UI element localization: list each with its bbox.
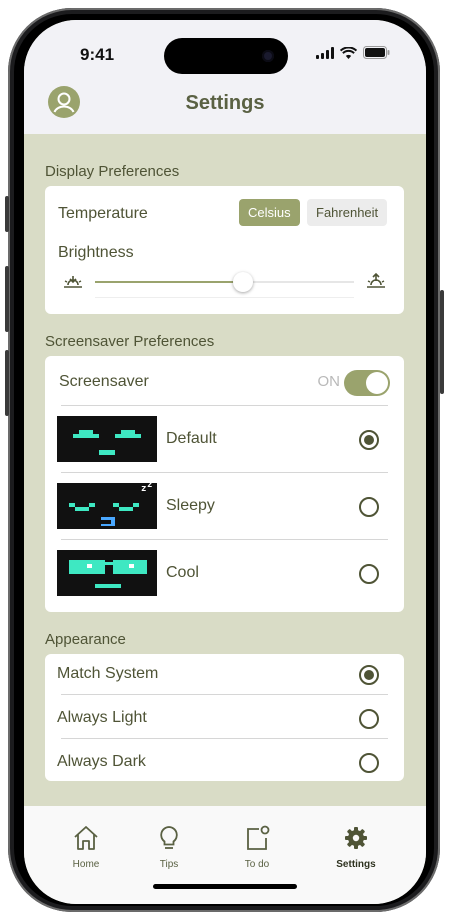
gear-icon (345, 827, 367, 849)
tab-settings[interactable]: Settings (321, 824, 391, 870)
appearance-heading: Appearance (45, 631, 126, 648)
divider (61, 694, 388, 695)
cool-face-preview (57, 550, 157, 596)
fahrenheit-option[interactable]: Fahrenheit (307, 199, 388, 226)
tab-todo-label: To do (244, 859, 270, 870)
appearance-card: Match System Always Light Always Dark (45, 654, 404, 781)
toggle-knob (366, 372, 388, 394)
match-system-label: Match System (57, 665, 159, 682)
display-preferences-heading: Display Preferences (45, 163, 180, 180)
brightness-label: Brightness (58, 244, 134, 261)
divider (61, 472, 388, 473)
tab-home[interactable]: Home (51, 824, 121, 870)
sleepy-radio[interactable] (359, 497, 379, 517)
battery-icon (363, 46, 390, 59)
screen: 9:41 Settings Display Preferences Temper… (24, 20, 426, 904)
page-title: Settings (185, 92, 265, 114)
display-preferences-card: Temperature Celsius Fahrenheit Brightnes… (45, 186, 404, 314)
screensaver-toggle[interactable] (344, 370, 390, 396)
screensaver-preferences-heading: Screensaver Preferences (45, 333, 215, 350)
dynamic-island (164, 38, 288, 74)
volume-up-button (5, 266, 9, 332)
sleepy-label: Sleepy (166, 497, 215, 514)
divider (61, 405, 388, 406)
brightness-low-icon (64, 276, 82, 288)
default-label: Default (166, 430, 217, 447)
sleepy-face-preview: z z (57, 480, 157, 529)
screensaver-toggle-state: ON (317, 373, 341, 390)
default-face-preview (57, 416, 157, 462)
match-system-radio[interactable] (359, 665, 379, 685)
header: Settings (24, 76, 426, 134)
brightness-high-icon (367, 272, 385, 288)
slider-underline (95, 297, 354, 298)
volume-down-button (5, 350, 9, 416)
screensaver-preferences-card: Screensaver ON Default z z Sleepy Cool (45, 356, 404, 612)
temperature-label: Temperature (58, 205, 148, 222)
brightness-slider[interactable] (95, 272, 354, 292)
brightness-slider-thumb[interactable] (232, 272, 253, 292)
power-button (440, 290, 444, 394)
todo-icon (247, 825, 270, 850)
always-light-label: Always Light (57, 709, 147, 726)
screensaver-label: Screensaver (59, 373, 149, 390)
tab-tips[interactable]: Tips (134, 824, 204, 870)
divider (61, 539, 388, 540)
status-time: 9:41 (80, 45, 115, 64)
cool-label: Cool (166, 564, 199, 581)
celsius-option[interactable]: Celsius (239, 199, 300, 226)
wifi-icon (340, 46, 357, 59)
tab-home-label: Home (72, 859, 100, 870)
cool-radio[interactable] (359, 564, 379, 584)
tab-settings-label: Settings (336, 859, 376, 870)
status-icons (316, 46, 390, 59)
brightness-slider-fill (95, 281, 243, 283)
always-dark-label: Always Dark (57, 753, 146, 770)
divider (61, 738, 388, 739)
signal-icon (316, 46, 334, 59)
home-indicator (153, 884, 297, 889)
tab-todo[interactable]: To do (222, 824, 292, 870)
home-icon (74, 826, 98, 850)
default-radio[interactable] (359, 430, 379, 450)
always-light-radio[interactable] (359, 709, 379, 729)
tab-tips-label: Tips (159, 859, 179, 870)
camera-icon (262, 50, 274, 62)
lightbulb-icon (160, 826, 178, 849)
action-button (5, 196, 9, 232)
always-dark-radio[interactable] (359, 753, 379, 773)
tab-bar: Home Tips To do Settings (24, 806, 426, 904)
